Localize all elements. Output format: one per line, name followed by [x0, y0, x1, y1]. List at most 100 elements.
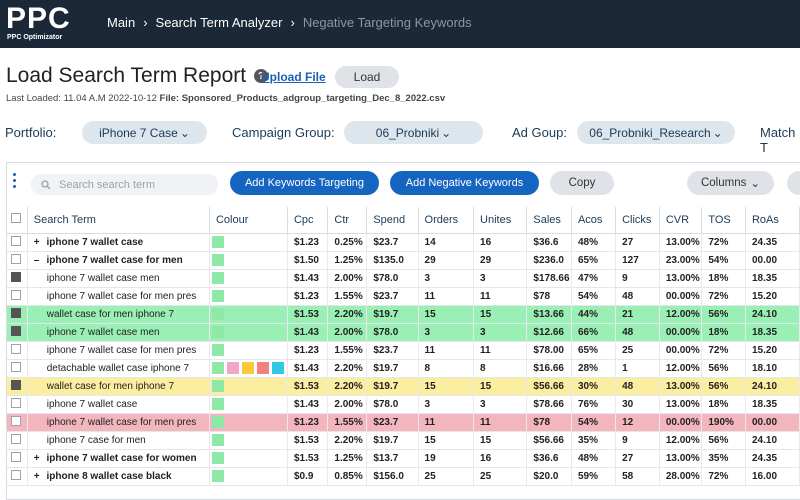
- table-row[interactable]: iphone 7 wallet case for men pres $1.23 1.…: [7, 413, 800, 432]
- select-all-checkbox[interactable]: [7, 207, 28, 234]
- row-checkbox[interactable]: [7, 305, 28, 324]
- table-row[interactable]: iphone 7 wallet case for men pres $1.23 1.…: [7, 341, 800, 360]
- col-header-acos[interactable]: Acos: [571, 207, 617, 234]
- sales-cell: $12.66: [526, 323, 572, 342]
- row-checkbox[interactable]: [7, 251, 28, 270]
- colour-swatch-red[interactable]: [256, 362, 269, 374]
- colour-cell[interactable]: [209, 251, 288, 270]
- colour-swatch-green[interactable]: [211, 380, 224, 392]
- colour-swatch-green[interactable]: [211, 470, 224, 482]
- row-checkbox[interactable]: [7, 269, 28, 288]
- breadcrumb-search-term-analyzer[interactable]: Search Term Analyzer: [156, 15, 283, 30]
- table-row[interactable]: wallet case for men iphone 7 $1.53 2.20% $1…: [7, 377, 800, 396]
- table-row[interactable]: iphone 7 wallet case for men pres $1.23 1.…: [7, 287, 800, 306]
- expand-icon[interactable]: +: [34, 237, 44, 248]
- colour-swatch-green[interactable]: [211, 254, 224, 266]
- colour-swatch-green[interactable]: [211, 434, 224, 446]
- campaign-group-select[interactable]: 06_Probniki ⌄: [344, 121, 483, 144]
- row-checkbox[interactable]: [7, 359, 28, 378]
- row-checkbox[interactable]: [7, 377, 28, 396]
- colour-swatch-cyan[interactable]: [271, 362, 284, 374]
- row-checkbox[interactable]: [7, 431, 28, 450]
- row-checkbox[interactable]: [7, 341, 28, 360]
- colour-cell[interactable]: [209, 449, 288, 468]
- search-input[interactable]: Search search term: [31, 174, 218, 195]
- colour-swatch-yellow[interactable]: [241, 362, 254, 374]
- col-header-cpc[interactable]: Cpc: [287, 207, 329, 234]
- row-checkbox[interactable]: [7, 395, 28, 414]
- acos-cell: 47%: [571, 269, 617, 288]
- colour-cell[interactable]: [209, 269, 288, 288]
- portfolio-select[interactable]: iPhone 7 Case ⌄: [82, 121, 207, 144]
- col-header-roas[interactable]: RoAs: [745, 207, 800, 234]
- acos-cell: 59%: [571, 467, 617, 486]
- collapse-icon[interactable]: –: [34, 255, 44, 266]
- row-checkbox[interactable]: [7, 467, 28, 486]
- more-menu-icon[interactable]: [13, 173, 17, 191]
- colour-cell[interactable]: [209, 377, 288, 396]
- extra-toolbar-button[interactable]: [787, 171, 800, 195]
- table-row[interactable]: iphone 7 wallet case $1.43 2.00% $78.0 3 3 $78…: [7, 395, 800, 414]
- colour-cell[interactable]: [209, 359, 288, 378]
- table-row[interactable]: detachable wallet case iphone 7 $1.43 2.20…: [7, 359, 800, 378]
- col-header-cvr[interactable]: CVR: [659, 207, 703, 234]
- table-row[interactable]: + iphone 7 wallet case $1.23 0.25% $23.7 14 1…: [7, 233, 800, 252]
- copy-button[interactable]: Copy: [550, 171, 614, 195]
- colour-cell[interactable]: [209, 323, 288, 342]
- colour-swatch-green[interactable]: [211, 362, 224, 374]
- table-row[interactable]: iphone 7 wallet case men $1.43 2.00% $78.0 3…: [7, 323, 800, 342]
- unites-cell: 15: [473, 431, 528, 450]
- orders-cell: 8: [418, 359, 475, 378]
- colour-swatch-green[interactable]: [211, 290, 224, 302]
- colour-swatch-green[interactable]: [211, 398, 224, 410]
- colour-swatch-green[interactable]: [211, 272, 224, 284]
- col-header-orders[interactable]: Orders: [418, 207, 475, 234]
- columns-button[interactable]: Columns ⌄: [687, 171, 774, 195]
- colour-swatch-green[interactable]: [211, 416, 224, 428]
- colour-swatch-green[interactable]: [211, 326, 224, 338]
- col-header-tos[interactable]: TOS: [701, 207, 746, 234]
- tos-cell: 56%: [701, 359, 746, 378]
- col-header-sales[interactable]: Sales: [526, 207, 572, 234]
- ad-group-select[interactable]: 06_Probniki_Research ⌄: [577, 121, 735, 144]
- expand-icon[interactable]: +: [34, 453, 44, 464]
- row-checkbox[interactable]: [7, 287, 28, 306]
- colour-cell[interactable]: [209, 413, 288, 432]
- col-header-colour[interactable]: Colour: [209, 207, 288, 234]
- row-checkbox[interactable]: [7, 413, 28, 432]
- col-header-unites[interactable]: Unites: [473, 207, 528, 234]
- colour-cell[interactable]: [209, 287, 288, 306]
- colour-swatch-green[interactable]: [211, 452, 224, 464]
- colour-cell[interactable]: [209, 467, 288, 486]
- colour-cell[interactable]: [209, 395, 288, 414]
- table-row[interactable]: – iphone 7 wallet case for men $1.50 1.25%…: [7, 251, 800, 270]
- col-header-spend[interactable]: Spend: [366, 207, 419, 234]
- ppc-logo[interactable]: PPC PPC Optimizator: [6, 2, 71, 41]
- row-checkbox[interactable]: [7, 449, 28, 468]
- row-checkbox[interactable]: [7, 323, 28, 342]
- colour-cell[interactable]: [209, 233, 288, 252]
- table-row[interactable]: iphone 7 wallet case men $1.43 2.00% $78.0 3…: [7, 269, 800, 288]
- expand-icon[interactable]: +: [34, 471, 44, 482]
- table-row[interactable]: + iphone 7 wallet case for women $1.53 1.2…: [7, 449, 800, 468]
- colour-cell[interactable]: [209, 341, 288, 360]
- breadcrumb-main[interactable]: Main: [107, 15, 135, 30]
- col-header-search-term[interactable]: Search Term: [27, 207, 210, 234]
- table-row[interactable]: wallet case for men iphone 7 $1.53 2.20% $1…: [7, 305, 800, 324]
- colour-swatch-green[interactable]: [211, 308, 224, 320]
- colour-swatch-green[interactable]: [211, 236, 224, 248]
- colour-swatch-green[interactable]: [211, 344, 224, 356]
- add-negative-keywords-button[interactable]: Add Negative Keywords: [390, 171, 539, 195]
- table-row[interactable]: iphone 7 case for men $1.53 2.20% $19.7 15 15…: [7, 431, 800, 450]
- row-checkbox[interactable]: [7, 233, 28, 252]
- col-header-ctr[interactable]: Ctr: [327, 207, 368, 234]
- col-header-clicks[interactable]: Clicks: [615, 207, 660, 234]
- colour-cell[interactable]: [209, 431, 288, 450]
- load-button[interactable]: Load: [335, 66, 399, 88]
- ctr-cell: 2.20%: [327, 431, 368, 450]
- table-row[interactable]: + iphone 8 wallet case black $0.9 0.85% $15…: [7, 467, 800, 486]
- add-keywords-targeting-button[interactable]: Add Keywords Targeting: [230, 171, 379, 195]
- upload-file-link[interactable]: Upload File: [261, 70, 326, 84]
- colour-cell[interactable]: [209, 305, 288, 324]
- colour-swatch-pink[interactable]: [226, 362, 239, 374]
